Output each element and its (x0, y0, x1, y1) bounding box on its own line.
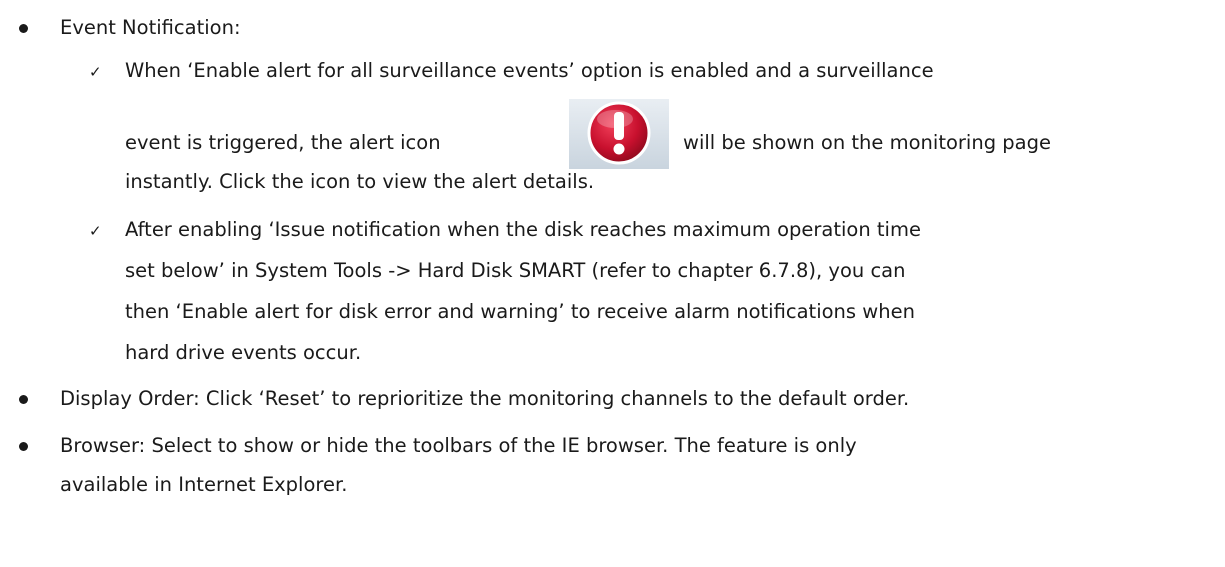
event-item-1-line-1: When ‘Enable alert for all surveillance … (125, 59, 934, 82)
browser-text-line-1: Browser: Select to show or hide the tool… (60, 434, 857, 457)
event-item-1-line-2b: will be shown on the monitoring page (683, 131, 1051, 154)
check-icon: ✓ (89, 63, 102, 81)
alert-icon[interactable] (569, 99, 669, 169)
bullet-dot (19, 24, 28, 33)
event-item-2-line-2: set below’ in System Tools -> Hard Disk … (125, 259, 906, 282)
check-icon: ✓ (89, 222, 102, 240)
event-item-2-line-4: hard drive events occur. (125, 341, 362, 364)
display-order-text: Display Order: Click ‘Reset’ to repriori… (60, 387, 910, 410)
event-item-2-line-3: then ‘Enable alert for disk error and wa… (125, 300, 915, 323)
event-notification-heading: Event Notification: (60, 16, 241, 39)
browser-text-line-2: available in Internet Explorer. (60, 473, 348, 496)
event-item-2-line-1: After enabling ‘Issue notification when … (125, 218, 921, 241)
bullet-dot (19, 442, 28, 451)
bullet-dot (19, 395, 28, 404)
event-item-1-line-3: instantly. Click the icon to view the al… (125, 170, 595, 193)
event-item-1-line-2a: event is triggered, the alert icon (125, 131, 441, 154)
